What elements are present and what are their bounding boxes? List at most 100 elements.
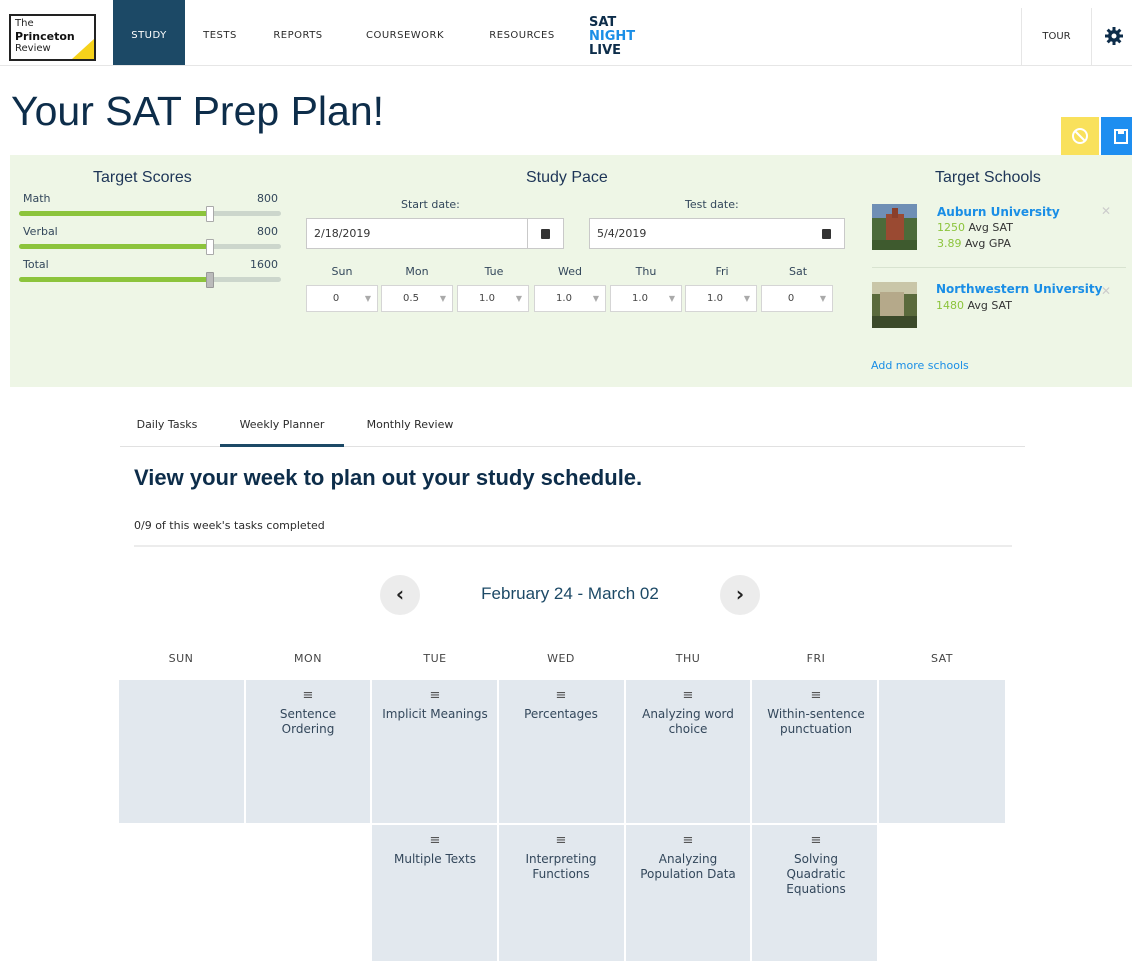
chevron-right-icon: ›	[735, 582, 745, 606]
drag-handle-icon[interactable]: ≡	[634, 688, 742, 703]
previous-week-button[interactable]: ‹	[380, 575, 420, 615]
verbal-score-slider[interactable]	[19, 244, 281, 249]
pace-select-sun[interactable]: 0 ▼	[306, 285, 378, 312]
target-scores-title: Target Scores	[93, 169, 192, 186]
test-date-calendar-button[interactable]	[809, 218, 845, 249]
drag-handle-icon[interactable]: ≡	[510, 833, 612, 848]
nav-resources[interactable]: RESOURCES	[474, 0, 570, 65]
section-divider	[134, 545, 1012, 547]
chevron-down-icon: ▼	[743, 294, 750, 303]
test-date-label: Test date:	[685, 198, 739, 211]
pace-select-fri[interactable]: 1.0 ▼	[685, 285, 757, 312]
total-score-slider	[19, 277, 281, 282]
nav-coursework[interactable]: COURSEWORK	[350, 0, 460, 65]
pace-value-thu: 1.0	[632, 293, 648, 304]
pace-select-wed[interactable]: 1.0 ▼	[534, 285, 606, 312]
pace-value-wed: 1.0	[556, 293, 572, 304]
pace-value-fri: 1.0	[707, 293, 723, 304]
task-card[interactable]: ≡ Implicit Meanings	[380, 688, 490, 722]
start-date-calendar-button[interactable]	[528, 218, 564, 249]
remove-northwestern-close-icon[interactable]: ✕	[1101, 284, 1111, 298]
task-card[interactable]: ≡ Within-sentence punctuation	[766, 688, 866, 737]
nav-study[interactable]: STUDY	[113, 0, 185, 65]
pace-value-tue: 1.0	[479, 293, 495, 304]
math-slider-handle[interactable]	[206, 206, 214, 222]
pace-select-mon[interactable]: 0.5 ▼	[381, 285, 453, 312]
pace-day-wed: Wed	[558, 265, 582, 278]
add-more-schools-link[interactable]: Add more schools	[871, 359, 969, 372]
drag-handle-icon[interactable]: ≡	[252, 688, 364, 703]
reset-plan-button[interactable]	[1061, 117, 1099, 155]
score-value-verbal: 800	[257, 225, 278, 238]
pace-day-sat: Sat	[788, 265, 808, 278]
total-score-fill	[19, 277, 210, 282]
school-name-auburn[interactable]: Auburn University	[937, 205, 1060, 219]
math-score-slider[interactable]	[19, 211, 281, 216]
save-plan-button[interactable]	[1101, 117, 1132, 155]
drag-handle-icon[interactable]: ≡	[768, 833, 864, 848]
chevron-down-icon: ▼	[592, 294, 599, 303]
drag-handle-icon[interactable]: ≡	[766, 688, 866, 703]
pace-day-sun: Sun	[331, 265, 353, 278]
nav-tests[interactable]: TESTS	[190, 0, 250, 65]
tour-button[interactable]: TOUR	[1021, 8, 1092, 65]
task-title: Interpreting Functions	[525, 852, 597, 881]
task-card[interactable]: ≡ Analyzing Population Data	[640, 833, 736, 882]
task-card[interactable]: ≡ Analyzing word choice	[634, 688, 742, 737]
task-title: Within-sentence punctuation	[767, 707, 865, 736]
day-cell-sat	[879, 680, 1005, 823]
tab-weekly-planner[interactable]: Weekly Planner	[220, 405, 344, 447]
gear-icon[interactable]	[1104, 26, 1124, 46]
drag-handle-icon[interactable]: ≡	[505, 688, 617, 703]
drag-handle-icon[interactable]: ≡	[640, 833, 736, 848]
princeton-review-logo[interactable]: The Princeton Review	[9, 14, 96, 61]
task-card[interactable]: ≡ Solving Quadratic Equations	[768, 833, 864, 897]
pace-day-mon: Mon	[405, 265, 429, 278]
col-head-sat: SAT	[930, 652, 954, 665]
pace-value-sat: 0	[787, 293, 795, 304]
score-value-total: 1600	[250, 258, 278, 271]
save-icon	[1114, 129, 1128, 144]
target-schools-title: Target Schools	[935, 169, 1041, 186]
sat-night-live-link[interactable]: SAT NIGHT LIVE	[589, 16, 635, 58]
drag-handle-icon[interactable]: ≡	[378, 833, 492, 848]
test-date-input[interactable]: 5/4/2019	[589, 218, 810, 249]
pace-day-thu: Thu	[635, 265, 657, 278]
nav-reports[interactable]: REPORTS	[260, 0, 336, 65]
pace-select-thu[interactable]: 1.0 ▼	[610, 285, 682, 312]
remove-auburn-close-icon[interactable]: ✕	[1101, 204, 1111, 218]
northwestern-university-photo	[872, 282, 917, 328]
task-card[interactable]: ≡ Sentence Ordering	[252, 688, 364, 737]
start-date-input[interactable]: 2/18/2019	[306, 218, 528, 249]
task-card[interactable]: ≡ Multiple Texts	[378, 833, 492, 867]
task-title: Multiple Texts	[393, 852, 476, 866]
chevron-down-icon: ▼	[515, 294, 522, 303]
chevron-down-icon: ▼	[364, 294, 371, 303]
col-head-thu: THU	[675, 652, 701, 665]
school-name-northwestern[interactable]: Northwestern University	[936, 282, 1102, 296]
week-range: February 24 - March 02	[481, 584, 659, 603]
tab-monthly-review[interactable]: Monthly Review	[350, 405, 470, 447]
page-title: Your SAT Prep Plan!	[11, 88, 385, 134]
start-date-label: Start date:	[401, 198, 460, 211]
logo-line3: Review	[15, 43, 51, 54]
col-head-fri: FRI	[806, 652, 826, 665]
task-card[interactable]: ≡ Percentages	[505, 688, 617, 722]
pace-day-tue: Tue	[484, 265, 504, 278]
pace-select-tue[interactable]: 1.0 ▼	[457, 285, 529, 312]
verbal-score-fill	[19, 244, 210, 249]
task-card[interactable]: ≡ Interpreting Functions	[510, 833, 612, 882]
next-week-button[interactable]: ›	[720, 575, 760, 615]
task-title: Analyzing Population Data	[640, 852, 736, 881]
cancel-icon	[1072, 128, 1088, 144]
tab-daily-tasks[interactable]: Daily Tasks	[120, 405, 214, 447]
northwestern-sat-value: 1480	[936, 299, 964, 312]
verbal-slider-handle[interactable]	[206, 239, 214, 255]
math-score-fill	[19, 211, 210, 216]
score-label-math: Math	[23, 192, 51, 205]
pace-select-sat[interactable]: 0 ▼	[761, 285, 833, 312]
chevron-left-icon: ‹	[395, 582, 405, 606]
auburn-avg-gpa: 3.89 Avg GPA	[937, 237, 1011, 250]
logo-line2: Princeton	[15, 30, 75, 43]
drag-handle-icon[interactable]: ≡	[380, 688, 490, 703]
